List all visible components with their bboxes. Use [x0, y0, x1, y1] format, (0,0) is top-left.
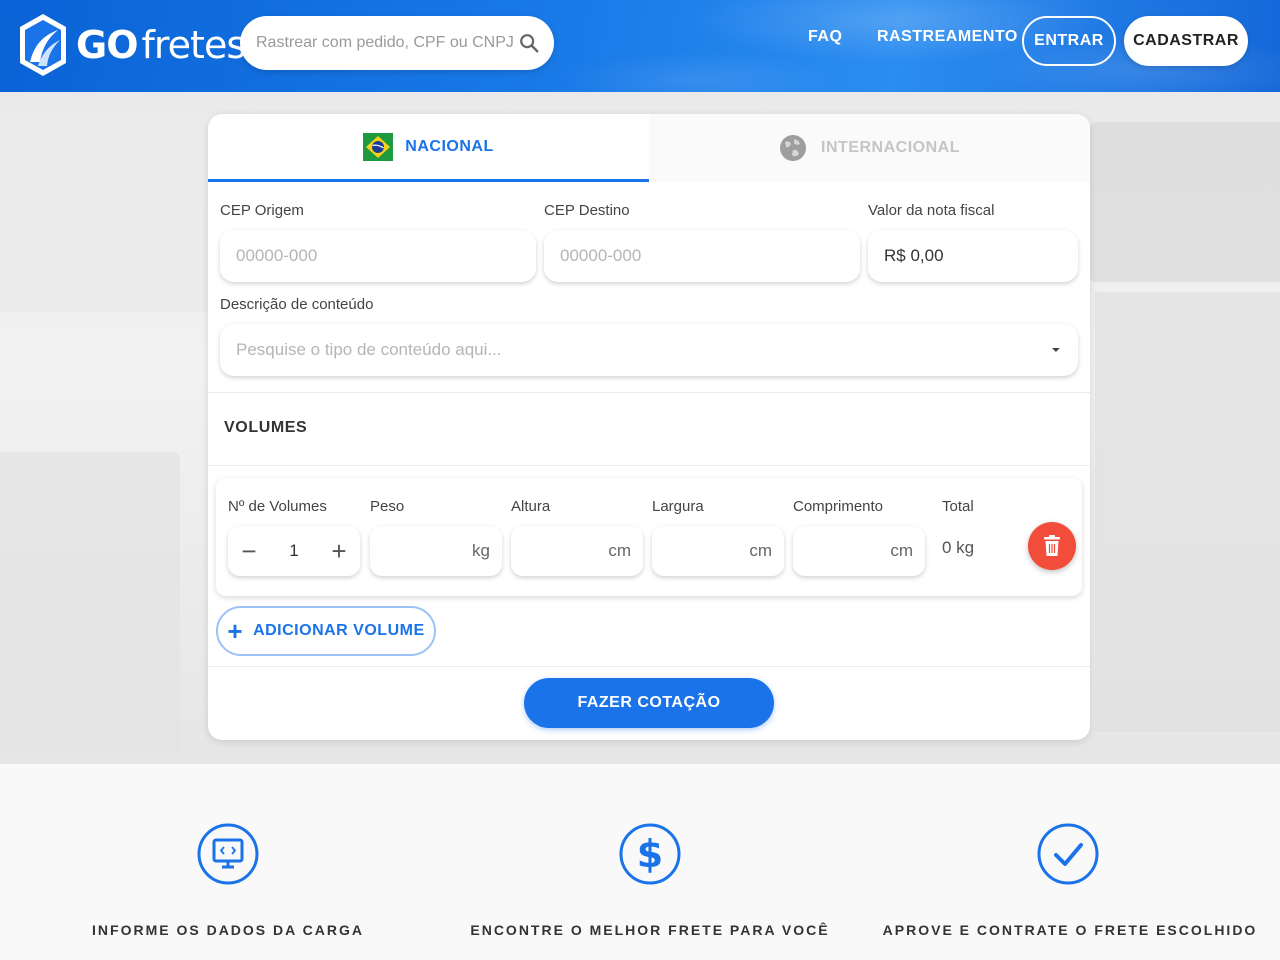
altura-input[interactable]	[523, 541, 605, 561]
descricao-select[interactable]	[220, 324, 1078, 376]
step-text: INFORME OS DADOS DA CARGA	[92, 922, 364, 938]
cep-destino-input[interactable]	[560, 246, 844, 266]
descricao-input[interactable]	[236, 340, 1051, 360]
step-item: INFORME OS DADOS DA CARGA	[18, 764, 438, 960]
comprimento-label: Comprimento	[793, 498, 884, 515]
background-shape	[0, 452, 180, 752]
largura-unit: cm	[749, 541, 772, 560]
peso-input[interactable]	[382, 541, 469, 561]
tracking-search	[240, 16, 554, 70]
valor-nf-box	[868, 230, 1078, 282]
step-text: APROVE E CONTRATE O FRETE ESCOLHIDO	[882, 922, 1258, 938]
comprimento-box: cm	[793, 526, 925, 576]
altura-label: Altura	[511, 498, 551, 515]
comprimento-unit: cm	[890, 541, 913, 560]
add-volume-button[interactable]: + ADICIONAR VOLUME	[216, 606, 436, 656]
logo-text-go: GO	[76, 23, 138, 67]
total-value: 0 kg	[942, 538, 975, 557]
signup-button[interactable]: CADASTRAR	[1124, 16, 1248, 66]
divider	[208, 666, 1090, 667]
increment-button[interactable]: +	[328, 538, 350, 564]
tab-nacional-label: NACIONAL	[405, 137, 494, 155]
delete-volume-button[interactable]	[1028, 522, 1076, 570]
top-header: GOfretes FAQ RASTREAMENTO ENTRAR CADASTR…	[0, 0, 1280, 92]
step-text: ENCONTRE O MELHOR FRETE PARA VOCÊ	[470, 922, 830, 938]
valor-nf-label: Valor da nota fiscal	[868, 202, 995, 219]
checkmark-icon	[1037, 823, 1099, 885]
search-icon[interactable]	[518, 32, 540, 54]
dollar-icon: $	[619, 823, 681, 885]
step-item: $ ENCONTRE O MELHOR FRETE PARA VOCÊ	[440, 764, 860, 960]
cep-origem-label: CEP Origem	[220, 202, 304, 219]
logo-text-fretes: fretes	[141, 23, 247, 67]
how-it-works: INFORME OS DADOS DA CARGA $ ENCONTRE O M…	[0, 764, 1280, 960]
largura-label: Largura	[652, 498, 704, 515]
volumes-quantity-value[interactable]: 1	[289, 541, 298, 561]
chevron-down-icon[interactable]	[1050, 346, 1062, 354]
nav-faq[interactable]: FAQ	[808, 28, 842, 46]
volume-row: Nº de Volumes Peso Altura Largura Compri…	[216, 478, 1082, 596]
cep-destino-label: CEP Destino	[544, 202, 630, 219]
globe-icon	[780, 135, 807, 161]
tab-internacional-label: INTERNACIONAL	[821, 139, 960, 156]
comprimento-input[interactable]	[805, 541, 887, 561]
step-item: APROVE E CONTRATE O FRETE ESCOLHIDO	[860, 764, 1280, 960]
login-button[interactable]: ENTRAR	[1022, 16, 1116, 66]
volumes-count-label: Nº de Volumes	[228, 498, 327, 515]
cep-origem-box	[220, 230, 536, 282]
tab-internacional[interactable]: INTERNACIONAL	[649, 114, 1090, 182]
peso-unit: kg	[472, 541, 490, 560]
volumes-title: VOLUMES	[224, 419, 308, 436]
peso-label: Peso	[370, 498, 405, 515]
background-shape	[1095, 292, 1280, 732]
tracking-search-input[interactable]	[256, 34, 518, 52]
background-shape	[1090, 122, 1280, 282]
shipping-type-tabs: NACIONAL INTERNACIONAL	[208, 114, 1090, 182]
decrement-button[interactable]: −	[238, 538, 260, 564]
valor-nf-input[interactable]	[884, 246, 1062, 266]
logo-mark-icon	[20, 14, 66, 76]
nav-rastreamento[interactable]: RASTREAMENTO	[877, 28, 1018, 46]
background-shape	[0, 112, 210, 312]
tab-nacional[interactable]: NACIONAL	[208, 114, 649, 182]
peso-box: kg	[370, 526, 502, 576]
descricao-label: Descrição de conteúdo	[220, 296, 374, 313]
logo-text: GO fretes	[76, 23, 247, 67]
total-label: Total	[942, 498, 974, 515]
trash-icon	[1044, 535, 1060, 556]
quote-button[interactable]: FAZER COTAÇÃO	[524, 678, 774, 728]
volumes-quantity-stepper: − 1 +	[228, 526, 360, 576]
cep-destino-box	[544, 230, 860, 282]
largura-box: cm	[652, 526, 784, 576]
monitor-icon	[197, 823, 259, 885]
svg-text:$: $	[637, 832, 663, 876]
add-volume-label: ADICIONAR VOLUME	[253, 622, 425, 639]
volumes-header: VOLUMES	[208, 392, 1090, 466]
altura-unit: cm	[608, 541, 631, 560]
largura-input[interactable]	[664, 541, 746, 561]
altura-box: cm	[511, 526, 643, 576]
cep-origem-input[interactable]	[236, 246, 520, 266]
brazil-flag-icon	[363, 132, 394, 161]
quote-card: NACIONAL INTERNACIONAL CEP Origem CEP De…	[208, 114, 1090, 740]
plus-icon: +	[227, 616, 244, 646]
gofretes-logo[interactable]: GO fretes	[18, 10, 247, 80]
